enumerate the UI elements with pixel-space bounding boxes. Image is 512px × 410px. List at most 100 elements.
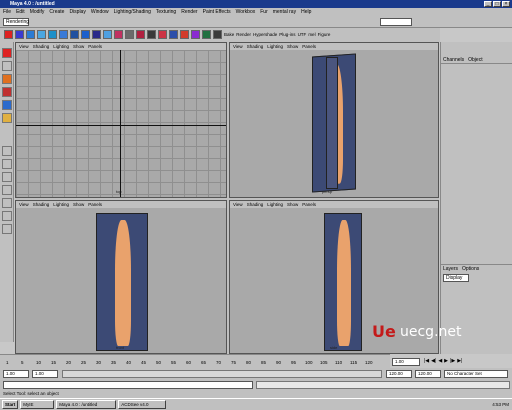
vp-menu-show[interactable]: Show xyxy=(73,201,84,208)
cylinder-icon[interactable] xyxy=(37,30,46,39)
start-time-field[interactable]: 1.00 xyxy=(3,370,29,378)
go-to-end-icon[interactable]: ▶| xyxy=(457,358,462,366)
select-tool-icon[interactable] xyxy=(2,48,12,58)
menu-item-display[interactable]: Display xyxy=(69,8,85,16)
menu-item-render[interactable]: Render xyxy=(181,8,197,16)
plane-icon[interactable] xyxy=(59,30,68,39)
menu-item-window[interactable]: Window xyxy=(91,8,109,16)
layout-two-vertical-icon[interactable] xyxy=(2,172,12,182)
menu-item-texturing[interactable]: Texturing xyxy=(156,8,176,16)
vp-menu-view[interactable]: View xyxy=(233,201,243,208)
menu-item-edit[interactable]: Edit xyxy=(16,8,25,16)
torus-icon[interactable] xyxy=(70,30,79,39)
layer-display-dropdown[interactable]: Display xyxy=(443,274,469,282)
vp-menu-panels[interactable]: Panels xyxy=(302,43,316,50)
step-forward-icon[interactable]: |▶ xyxy=(450,358,455,366)
minimize-button[interactable]: _ xyxy=(484,1,492,7)
layout-two-horizontal-icon[interactable] xyxy=(2,185,12,195)
move-tool-icon[interactable] xyxy=(2,74,12,84)
poly-sphere-icon[interactable] xyxy=(81,30,90,39)
play-backward-icon[interactable]: ◀ xyxy=(438,358,442,366)
mel-input[interactable] xyxy=(3,381,253,389)
shelf-label-hypershade[interactable]: Hypershade xyxy=(253,30,277,42)
menu-item-workbox[interactable]: Workbox xyxy=(236,8,256,16)
figure-model-side[interactable] xyxy=(337,220,351,346)
menu-item-modify[interactable]: Modify xyxy=(30,8,45,16)
revolve-icon[interactable] xyxy=(136,30,145,39)
vp-menu-shading[interactable]: Shading xyxy=(33,201,50,208)
viewport-persp[interactable]: View Shading Lighting Show Panels persp xyxy=(229,42,439,198)
joint-icon[interactable] xyxy=(147,30,156,39)
figure-model-front[interactable] xyxy=(115,220,131,346)
vp-menu-view[interactable]: View xyxy=(19,43,29,50)
vp-menu-shading[interactable]: Shading xyxy=(247,43,264,50)
rotate-tool-icon[interactable] xyxy=(2,87,12,97)
nurbs-curve-icon[interactable] xyxy=(4,30,13,39)
light-icon[interactable] xyxy=(169,30,178,39)
vp-menu-lighting[interactable]: Lighting xyxy=(267,201,283,208)
play-forward-icon[interactable]: ▶ xyxy=(444,358,448,366)
menu-item-mental-ray[interactable]: mental ray xyxy=(273,8,296,16)
taskbar-task-myie[interactable]: MyIE xyxy=(20,400,55,409)
viewport-front[interactable]: View Shading Lighting Show Panels front xyxy=(15,200,227,354)
shelf-label-mel[interactable]: mel xyxy=(308,30,315,42)
viewport-top[interactable]: View Shading Lighting Show Panels top xyxy=(15,42,227,198)
end-time-field[interactable]: 120.00 xyxy=(415,370,441,378)
close-button[interactable]: × xyxy=(502,1,510,7)
shelf-label-figure[interactable]: Figure xyxy=(318,30,331,42)
go-to-start-icon[interactable]: |◀ xyxy=(424,358,429,366)
menu-mode-dropdown[interactable]: Rendering xyxy=(3,18,29,26)
reference-plane-front[interactable] xyxy=(326,57,338,189)
particles-icon[interactable] xyxy=(202,30,211,39)
camera-icon[interactable] xyxy=(180,30,189,39)
lasso-tool-icon[interactable] xyxy=(2,61,12,71)
channel-box-tab-object[interactable]: Object xyxy=(468,56,482,63)
poly-cube-icon[interactable] xyxy=(92,30,101,39)
layout-single-icon[interactable] xyxy=(2,146,12,156)
loft-icon[interactable] xyxy=(125,30,134,39)
taskbar-task-maya[interactable]: Maya 4.0 : /untitled xyxy=(56,400,117,409)
extrude-icon[interactable] xyxy=(114,30,123,39)
taskbar-task-acdsee[interactable]: ACDSee v4.0 xyxy=(118,400,167,409)
playback-start-field[interactable]: 1.00 xyxy=(32,370,58,378)
shelf-label-utf[interactable]: UTF xyxy=(298,30,307,42)
quick-select-field[interactable] xyxy=(380,18,412,26)
vp-menu-lighting[interactable]: Lighting xyxy=(53,201,69,208)
shelf-label-bake[interactable]: Bake xyxy=(224,30,234,42)
reference-plane-side[interactable] xyxy=(324,213,362,351)
shelf-label-plugins[interactable]: Plug-ins xyxy=(279,30,295,42)
layout-four-icon[interactable] xyxy=(2,159,12,169)
layout-hypershade-icon[interactable] xyxy=(2,224,12,234)
layer-tab-layers[interactable]: Layers xyxy=(443,265,458,272)
vp-menu-shading[interactable]: Shading xyxy=(247,201,264,208)
step-back-icon[interactable]: ◀| xyxy=(431,358,436,366)
vp-menu-show[interactable]: Show xyxy=(73,43,84,50)
vp-menu-lighting[interactable]: Lighting xyxy=(53,43,69,50)
vp-menu-panels[interactable]: Panels xyxy=(88,201,102,208)
character-set-dropdown[interactable]: No Character Set xyxy=(444,370,508,378)
vp-menu-panels[interactable]: Panels xyxy=(88,43,102,50)
shelf-label-render[interactable]: Render xyxy=(236,30,251,42)
menu-item-file[interactable]: File xyxy=(3,8,11,16)
scale-tool-icon[interactable] xyxy=(2,100,12,110)
vp-menu-lighting[interactable]: Lighting xyxy=(267,43,283,50)
cone-icon[interactable] xyxy=(48,30,57,39)
layer-tab-options[interactable]: Options xyxy=(462,265,479,272)
vp-menu-show[interactable]: Show xyxy=(287,43,298,50)
vp-menu-show[interactable]: Show xyxy=(287,201,298,208)
vp-menu-view[interactable]: View xyxy=(233,43,243,50)
layout-outliner-icon[interactable] xyxy=(2,198,12,208)
vp-menu-view[interactable]: View xyxy=(19,201,29,208)
menu-item-create[interactable]: Create xyxy=(49,8,64,16)
layout-graph-icon[interactable] xyxy=(2,211,12,221)
reference-plane-front[interactable] xyxy=(96,213,148,351)
manipulator-tool-icon[interactable] xyxy=(2,113,12,123)
poly-cylinder-icon[interactable] xyxy=(103,30,112,39)
menu-item-paint-effects[interactable]: Paint Effects xyxy=(203,8,231,16)
current-time-field[interactable]: 1.00 xyxy=(392,358,420,366)
playback-end-field[interactable]: 120.00 xyxy=(386,370,412,378)
sphere-icon[interactable] xyxy=(15,30,24,39)
menu-item-lighting-shading[interactable]: Lighting/Shading xyxy=(114,8,151,16)
constraint-icon[interactable] xyxy=(213,30,222,39)
time-slider[interactable]: 1 5 10 15 20 25 30 35 40 45 50 55 60 65 … xyxy=(0,354,390,368)
